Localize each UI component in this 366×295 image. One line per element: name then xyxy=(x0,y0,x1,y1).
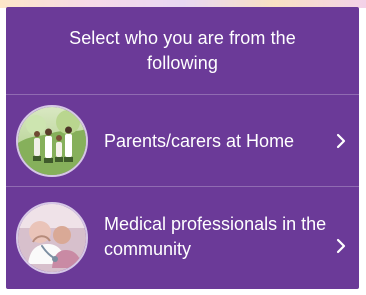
chevron-right-icon xyxy=(336,133,346,149)
option-parents-carers[interactable]: Parents/carers at Home xyxy=(6,95,359,187)
medical-professional-photo-icon xyxy=(16,202,88,274)
family-photo-icon xyxy=(16,105,88,177)
prompt-text: Select who you are from the following xyxy=(69,27,296,73)
selection-panel: Select who you are from the following Pa… xyxy=(6,7,359,289)
selection-prompt: Select who you are from the following xyxy=(6,7,359,94)
option-medical-professionals[interactable]: Medical professionals in the community xyxy=(6,187,359,289)
option-label: Parents/carers at Home xyxy=(104,131,295,151)
app-screen: Select who you are from the following Pa… xyxy=(0,0,366,295)
chevron-right-icon xyxy=(336,238,346,254)
option-label: Medical professionals in the community xyxy=(104,214,327,259)
